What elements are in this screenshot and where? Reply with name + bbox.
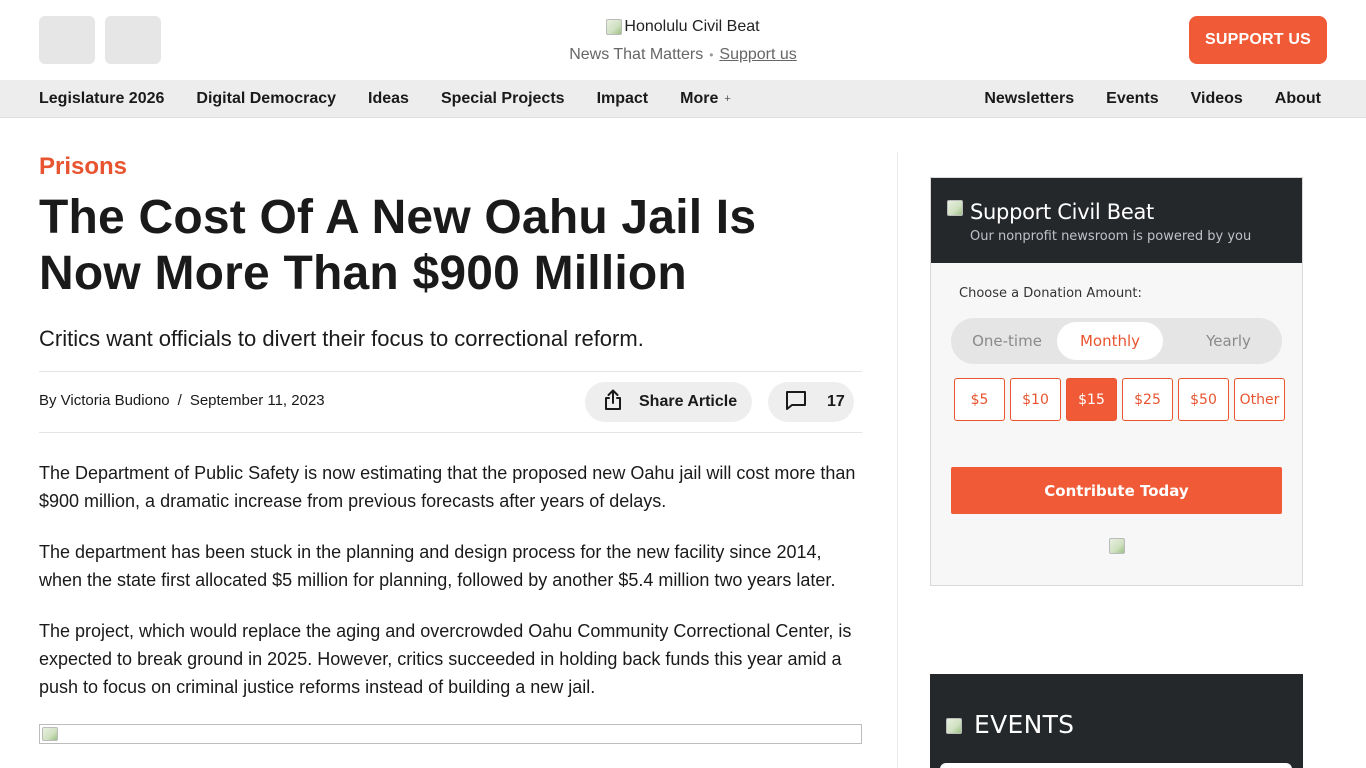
support-us-button[interactable]: SUPPORT US [1189,16,1327,64]
comment-icon [785,390,807,415]
nav-item-label: Digital Democracy [196,90,337,107]
byline-separator: / [177,392,182,409]
byline: By Victoria Budiono / September 11, 2023 [39,392,325,409]
frequency-toggle: One-time Monthly Yearly [951,318,1282,364]
amount-option-15[interactable]: $15 [1066,378,1117,421]
nav-item-label: Newsletters [984,90,1075,107]
publish-date: September 11, 2023 [189,392,325,409]
amount-options: $5 $10 $15 $25 $50 Other [954,378,1285,421]
nav-item-more[interactable]: More + [680,90,731,108]
share-article-button[interactable]: Share Article [585,382,752,422]
article-headline: The Cost Of A New Oahu Jail Is Now More … [39,191,757,300]
plus-icon: + [724,93,731,105]
broken-image-icon [606,19,623,35]
nav-item-label: Ideas [368,90,409,107]
frequency-one-time[interactable]: One-time [959,322,1055,360]
nav-item-label: Legislature 2026 [39,90,165,107]
article: Prisons The Cost Of A New Oahu Jail Is N… [39,152,862,744]
frequency-monthly[interactable]: Monthly [1057,322,1163,360]
tagline-separator: • [709,48,714,62]
site-logo[interactable]: Honolulu Civil Beat [606,16,760,38]
comment-count: 17 [827,393,845,410]
support-us-link[interactable]: Support us [719,46,796,63]
contribute-button[interactable]: Contribute Today [951,467,1282,514]
amount-option-50[interactable]: $50 [1178,378,1229,421]
article-category[interactable]: Prisons [39,152,862,182]
donation-title: Support Civil Beat [970,200,1154,224]
main-nav: Legislature 2026 Digital Democracy Ideas… [0,80,1366,118]
donation-header: Support Civil Beat Our nonprofit newsroo… [931,178,1302,263]
broken-image-icon [1109,538,1125,554]
site-header: Honolulu Civil Beat News That Matters • Su… [0,0,1366,80]
share-icon [603,389,623,416]
column-divider [897,152,898,768]
nav-item-label: More [680,90,719,107]
logo-alt-text: Honolulu Civil Beat [624,18,760,35]
article-paragraph: The department has been stuck in the pla… [39,542,836,590]
nav-left: Legislature 2026 Digital Democracy Ideas… [39,80,731,118]
events-widget: EVENTS [930,674,1303,768]
brand: Honolulu Civil Beat News That Matters • Su… [0,16,1366,64]
share-article-label: Share Article [639,393,738,410]
nav-item-label: Videos [1190,90,1243,107]
nav-item-digital-democracy[interactable]: Digital Democracy [196,90,336,108]
nav-item-impact[interactable]: Impact [597,90,649,108]
frequency-yearly[interactable]: Yearly [1181,322,1276,360]
author-link[interactable]: By Victoria Budiono [39,392,170,409]
nav-item-label: Events [1106,90,1159,107]
broken-image-icon [42,727,58,741]
tagline-text: News That Matters [569,46,704,63]
donation-subtitle: Our nonprofit newsroom is powered by you [970,229,1252,244]
article-paragraph: The project, which would replace the agi… [39,621,852,697]
nav-item-events[interactable]: Events [1106,90,1158,108]
comments-button[interactable]: 17 [768,382,854,422]
nav-item-label: About [1274,90,1321,107]
article-dek: Critics want officials to divert their f… [39,326,644,351]
amount-option-10[interactable]: $10 [1010,378,1061,421]
amount-option-other[interactable]: Other [1234,378,1285,421]
article-meta: By Victoria Budiono / September 11, 2023 S… [39,371,862,433]
event-card[interactable] [940,763,1292,768]
amount-option-5[interactable]: $5 [954,378,1005,421]
nav-item-newsletters[interactable]: Newsletters [984,90,1074,108]
tagline: News That Matters • Support us [0,46,1366,64]
donation-amount-label: Choose a Donation Amount: [959,286,1142,301]
donation-widget: Support Civil Beat Our nonprofit newsroo… [930,177,1303,586]
amount-option-25[interactable]: $25 [1122,378,1173,421]
nav-item-label: Impact [596,90,649,107]
nav-item-label: Special Projects [440,90,565,107]
nav-item-about[interactable]: About [1275,90,1327,108]
nav-item-special-projects[interactable]: Special Projects [441,90,565,108]
article-paragraph: The Department of Public Safety is now e… [39,463,856,511]
nav-item-legislature[interactable]: Legislature 2026 [39,90,164,108]
article-body: The Department of Public Safety is now e… [39,459,862,701]
nav-item-ideas[interactable]: Ideas [368,90,409,108]
article-image [39,724,862,744]
nav-right: Newsletters Events Videos About [984,80,1327,118]
nav-item-videos[interactable]: Videos [1191,90,1243,108]
broken-image-icon [947,200,963,216]
events-title: EVENTS [974,710,1075,739]
broken-image-icon [946,718,962,734]
